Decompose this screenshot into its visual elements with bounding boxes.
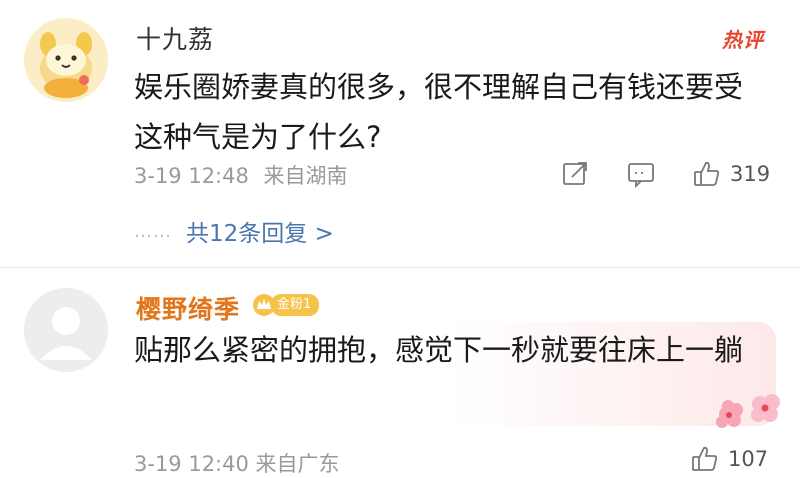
comment-actions: 107 <box>690 444 768 474</box>
username[interactable]: 十九荔 <box>136 20 214 56</box>
replies-dots: …… <box>134 220 172 242</box>
fan-level-badge: 金粉1 <box>251 292 320 318</box>
comment-text: 娱乐圈娇妻真的很多，很不理解自己有钱还要受这种气是为了什么? <box>134 70 744 154</box>
thumbs-up-icon[interactable] <box>692 159 722 189</box>
view-replies-link[interactable]: …… 共12条回复 > <box>134 214 334 248</box>
comment-location: 来自湖南 <box>263 164 348 188</box>
share-icon[interactable] <box>560 159 590 189</box>
comment-icon[interactable] <box>626 159 656 189</box>
fan-badge-label: 金粉1 <box>271 294 320 316</box>
username[interactable]: 樱野绮季 <box>136 290 240 326</box>
comment-actions: 319 <box>560 156 770 192</box>
comment-meta: 3-19 12:48 来自湖南 <box>134 160 348 190</box>
comment-divider <box>0 267 800 268</box>
comment-meta: 3-19 12:40 来自广东 <box>134 452 340 476</box>
comment-text: 贴那么紧密的拥抱，感觉下一秒就要往床上一躺 <box>134 333 744 367</box>
thumbs-up-icon[interactable] <box>690 444 720 474</box>
like-count: 107 <box>728 447 769 471</box>
like-count: 319 <box>730 162 771 186</box>
comment-date: 3-19 12:48 <box>134 164 249 188</box>
flower-decoration-icon <box>706 386 786 434</box>
replies-label[interactable]: 共12条回复 > <box>186 214 334 248</box>
hot-comment-badge: 热评 <box>722 28 764 52</box>
user-avatar[interactable] <box>24 18 108 102</box>
user-avatar[interactable] <box>24 288 108 372</box>
